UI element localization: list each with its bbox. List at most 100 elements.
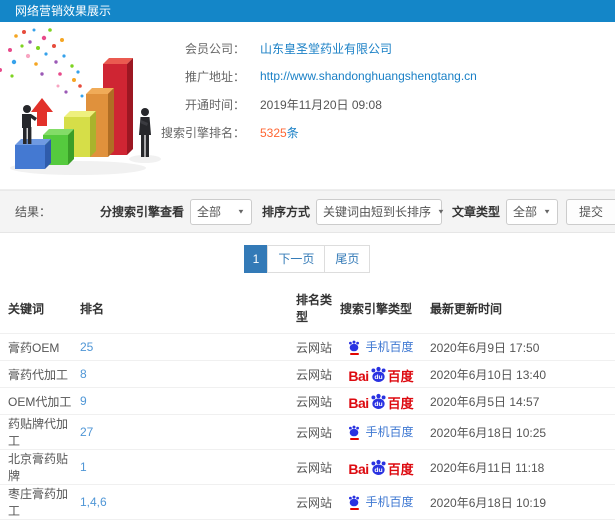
- info-label: 推广地址：: [184, 69, 245, 84]
- info-label: 会员公司：: [184, 41, 245, 56]
- table-row: 药贴牌代加工 27 云网站 手机百度 2020年6月18日 10:25: [0, 414, 615, 450]
- baidu-mobile-logo: 手机百度: [348, 340, 414, 355]
- baidu-pc-logo: Bai du 百度: [348, 391, 414, 411]
- update-time-cell: 2020年6月18日 10:19: [424, 484, 615, 520]
- mobile-baidu-label: 手机百度: [365, 425, 414, 439]
- mobile-baidu-icon: [348, 495, 360, 510]
- engine-filter-label: 分搜索引擎查看: [99, 205, 184, 219]
- pagination: 1 下一页 尾页: [0, 233, 615, 283]
- rank-link[interactable]: 25: [80, 340, 93, 354]
- engine-type-cell: 手机百度: [338, 414, 424, 450]
- rank-link[interactable]: 9: [80, 394, 87, 408]
- results-table: 关键词 排名 排名类型 搜索引擎类型 最新更新时间 膏药OEM 25 云网站 手机百度 2020…: [0, 283, 615, 520]
- info-row: 开通时间： 2019年11月20日 09:08: [150, 90, 590, 118]
- baidu-paw-icon: [349, 425, 360, 436]
- article-type-select-value: 全部: [512, 205, 537, 219]
- mobile-baidu-label: 手机百度: [365, 340, 414, 354]
- svg-text:du: du: [374, 401, 382, 408]
- sort-select[interactable]: 关键词由短到长排序 ▼: [315, 198, 445, 225]
- rank-cell: 1: [72, 449, 288, 485]
- keyword-cell: OEM代加工: [0, 387, 72, 415]
- page-current[interactable]: 1: [243, 245, 269, 273]
- rank-cell: 8: [72, 360, 288, 388]
- column-header: 关键词: [8, 301, 45, 316]
- ranking-count-unit: 条: [286, 125, 299, 140]
- result-label: 结果：: [15, 205, 52, 219]
- keyword-cell: 膏药OEM: [0, 333, 72, 361]
- sort-select-value: 关键词由短到长排序: [322, 205, 431, 219]
- page: 网络营销效果展示 会员公司： 山东皇圣堂药业有限公司 推广地址： http://…: [0, 0, 615, 520]
- baidu-pc-logo: Bai du 百度: [348, 457, 414, 477]
- engine-type-cell: 手机百度: [338, 484, 424, 520]
- page-last-button[interactable]: 尾页: [324, 245, 371, 273]
- baidu-logo-cn: 百度: [387, 369, 414, 384]
- update-time-cell: 2020年6月9日 17:50: [424, 333, 615, 361]
- chevron-down-icon: ▼: [436, 207, 445, 216]
- filter-controls: 分搜索引擎查看 全部 ▼ 排序方式 关键词由短到长排序 ▼ 文章类型 全部 ▼ …: [90, 198, 615, 225]
- engine-select[interactable]: 全部 ▼: [189, 198, 252, 225]
- keyword-cell: 药贴牌代加工: [0, 414, 72, 450]
- info-row: 会员公司： 山东皇圣堂药业有限公司: [150, 34, 590, 62]
- baidu-pc-logo: Bai du 百度: [348, 364, 414, 384]
- table-body: 膏药OEM 25 云网站 手机百度 2020年6月9日 17:50 膏药代加工 8 云网站 Ba…: [0, 333, 615, 520]
- svg-text:du: du: [374, 374, 382, 381]
- mobile-baidu-icon: [348, 425, 360, 440]
- baidu-mobile-logo: 手机百度: [348, 495, 414, 510]
- rank-type-cell: 云网站: [288, 387, 338, 415]
- table-row: 膏药代加工 8 云网站 Bai du 百度 2020年6月10日 13:40: [0, 360, 615, 388]
- rank-cell: 27: [72, 414, 288, 450]
- column-header: 排名: [80, 301, 105, 316]
- svg-text:du: du: [374, 467, 382, 474]
- info-label: 搜索引擎排名：: [160, 125, 245, 140]
- company-info-list: 会员公司： 山东皇圣堂药业有限公司 推广地址： http://www.shandong…: [150, 34, 590, 146]
- rank-link[interactable]: 27: [80, 425, 93, 439]
- baidu-paw-icon: [349, 340, 360, 351]
- submit-button[interactable]: 提交: [565, 198, 615, 225]
- engine-type-cell: Bai du 百度: [338, 360, 424, 388]
- mobile-baidu-label: 手机百度: [365, 495, 414, 509]
- baidu-logo-cn: 百度: [387, 396, 414, 411]
- rank-type-cell: 云网站: [288, 360, 338, 388]
- info-row: 推广地址： http://www.shandonghuangshengtang.c…: [150, 62, 590, 90]
- baidu-mobile-logo: 手机百度: [348, 425, 414, 440]
- table-row: 膏药OEM 25 云网站 手机百度 2020年6月9日 17:50: [0, 333, 615, 361]
- engine-type-cell: Bai du 百度: [338, 449, 424, 485]
- header-section: 会员公司： 山东皇圣堂药业有限公司 推广地址： http://www.shandong…: [0, 22, 615, 190]
- sort-filter-label: 排序方式: [261, 205, 310, 219]
- article-type-select[interactable]: 全部 ▼: [505, 198, 558, 225]
- page-next-button[interactable]: 下一页: [267, 245, 326, 273]
- update-time-cell: 2020年6月10日 13:40: [424, 360, 615, 388]
- filter-bar: 结果： 分搜索引擎查看 全部 ▼ 排序方式 关键词由短到长排序 ▼ 文章类型 全…: [0, 190, 615, 233]
- rank-cell: 1,4,6: [72, 484, 288, 520]
- rank-type-cell: 云网站: [288, 333, 338, 361]
- update-time-cell: 2020年6月5日 14:57: [424, 387, 615, 415]
- keyword-cell: 膏药代加工: [0, 360, 72, 388]
- update-time-cell: 2020年6月11日 11:18: [424, 449, 615, 485]
- rank-type-cell: 云网站: [288, 449, 338, 485]
- rank-link[interactable]: 1: [80, 460, 87, 474]
- baidu-paw-icon: du: [371, 459, 386, 475]
- info-value-link[interactable]: 山东皇圣堂药业有限公司: [260, 40, 392, 57]
- engine-select-value: 全部: [196, 205, 221, 219]
- rank-cell: 9: [72, 387, 288, 415]
- info-row: 搜索引擎排名： 5325条: [150, 118, 590, 146]
- engine-type-cell: 手机百度: [338, 333, 424, 361]
- rank-link[interactable]: 8: [80, 367, 87, 381]
- mobile-baidu-icon: [348, 340, 360, 355]
- article-type-label: 文章类型: [451, 205, 500, 219]
- info-label: 开通时间：: [184, 97, 245, 112]
- info-value-link[interactable]: http://www.shandonghuangshengtang.cn: [260, 69, 477, 83]
- column-header: 排名类型: [296, 293, 333, 324]
- titlebar: 网络营销效果展示: [0, 0, 615, 22]
- chevron-down-icon: ▼: [543, 207, 551, 216]
- rank-link[interactable]: 1,4,6: [80, 495, 107, 509]
- baidu-paw-icon: du: [371, 393, 386, 409]
- keyword-cell: 北京膏药贴牌: [0, 449, 72, 485]
- page-title: 网络营销效果展示: [15, 4, 112, 18]
- column-header: 搜索引擎类型: [340, 301, 413, 316]
- table-row: 枣庄膏药加工 1,4,6 云网站 手机百度 2020年6月18日 10:19: [0, 484, 615, 520]
- chevron-down-icon: ▼: [237, 207, 245, 216]
- baidu-logo-bai: Bai: [348, 461, 369, 477]
- keyword-cell: 枣庄膏药加工: [0, 484, 72, 520]
- engine-type-cell: Bai du 百度: [338, 387, 424, 415]
